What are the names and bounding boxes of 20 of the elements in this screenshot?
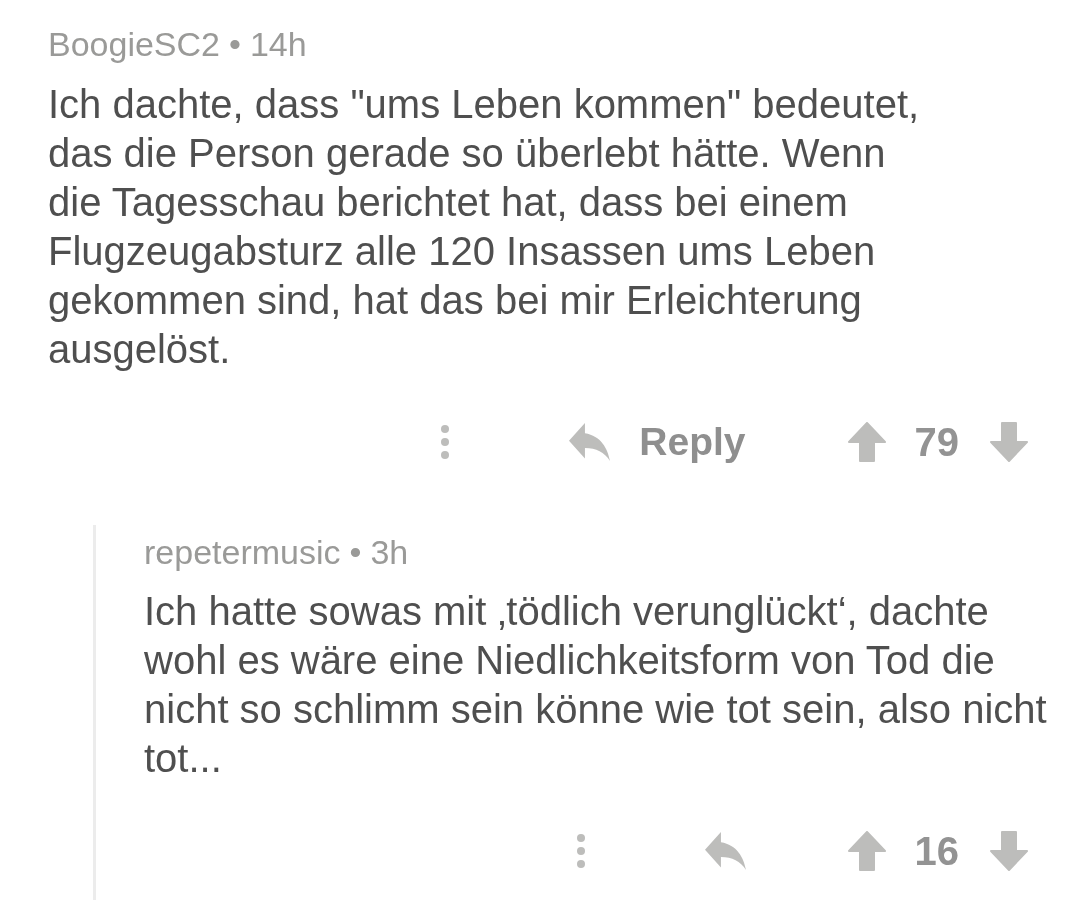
reply-arrow-icon xyxy=(569,423,611,461)
separator-bullet: • xyxy=(229,24,241,65)
reply-button[interactable] xyxy=(704,832,746,870)
comment-text: Ich dachte, dass "ums Leben kommen" bedeutet, das die Person gerade so überlebt hätte. Wenn die Tagesschau berichtet hat, dass bei einem Flugzeugabsturz alle 120 Insassen ums Leben gekommen sind, hat das bei mir Erleichterung ausgelöst. xyxy=(48,81,921,373)
upvote-arrow-icon[interactable] xyxy=(847,831,886,871)
author-name[interactable]: BoogieSC2 xyxy=(48,22,220,66)
author-name[interactable]: repetermusic xyxy=(144,530,341,574)
reply-arrow-icon xyxy=(704,832,746,870)
comment-age: 3h xyxy=(370,532,409,573)
separator-bullet: • xyxy=(349,532,362,573)
downvote-arrow-icon[interactable] xyxy=(990,831,1028,871)
reply-button[interactable]: Reply xyxy=(569,420,746,464)
more-options-icon[interactable] xyxy=(576,834,585,868)
vote-score: 16 xyxy=(914,828,959,874)
vote-score: 79 xyxy=(914,419,959,465)
comment-age: 14h xyxy=(249,24,307,65)
more-options-icon[interactable] xyxy=(441,425,450,459)
upvote-arrow-icon[interactable] xyxy=(847,422,886,462)
comment-text: Ich hatte sowas mit ‚tödlich verunglückt‘, dachte wohl es wäre eine Niedlichkeitsform von Tod die nicht so schlimm sein könne wie tot sein, also nicht tot... xyxy=(144,588,1048,782)
downvote-arrow-icon[interactable] xyxy=(990,422,1028,462)
